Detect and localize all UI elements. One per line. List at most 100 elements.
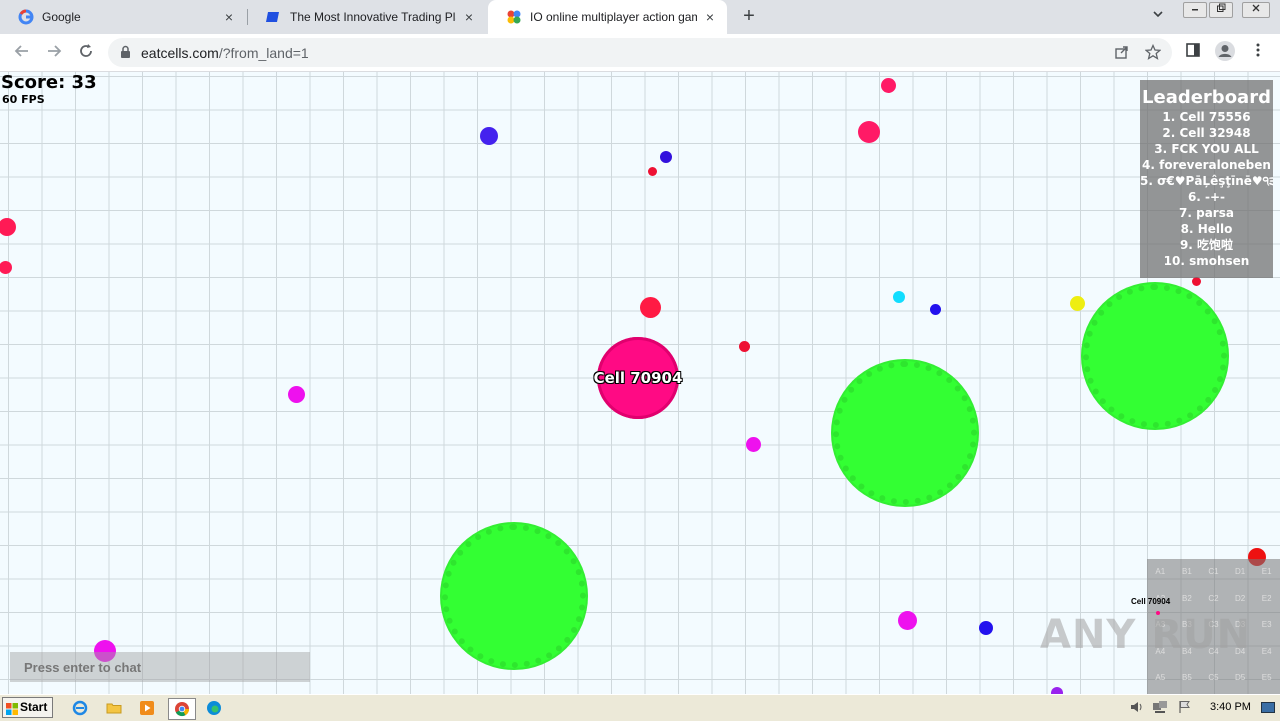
score-label: Score: 33: [1, 72, 97, 93]
food-pellet: [898, 611, 917, 630]
minimap-cell-label: E2: [1261, 593, 1272, 603]
food-pellet: [480, 127, 498, 145]
reload-icon[interactable]: [74, 41, 98, 65]
share-icon[interactable]: [1114, 44, 1130, 64]
leaderboard-entry: 5. σ€♥PāĻêşţīnē♥੧੩: [1140, 174, 1273, 188]
trading-platform-icon: [266, 9, 282, 25]
tab-search-chevron-icon[interactable]: [1152, 8, 1164, 23]
windows-logo-icon: [6, 702, 18, 715]
flag-icon[interactable]: [1178, 700, 1192, 719]
food-pellet: [893, 291, 905, 303]
green-virus: [833, 361, 977, 505]
tab-title: Google: [42, 10, 81, 24]
minimap-cell-label: E4: [1261, 646, 1272, 656]
food-pellet: [640, 297, 661, 318]
browser-tab-strip: Google × The Most Innovative Trading Pla…: [0, 0, 1280, 34]
bookmark-star-icon[interactable]: [1144, 43, 1162, 64]
profile-avatar-icon[interactable]: [1214, 40, 1236, 67]
food-pellet: [648, 167, 657, 176]
minimap-cell-label: E1: [1261, 567, 1272, 576]
food-pellet: [288, 386, 305, 403]
player-name-label: Cell 70904: [593, 369, 683, 387]
food-pellet: [660, 151, 672, 163]
media-player-icon[interactable]: [137, 698, 157, 718]
forward-arrow-icon[interactable]: [42, 41, 66, 65]
close-tab-icon[interactable]: ×: [462, 9, 476, 25]
green-virus: [442, 524, 586, 668]
close-tab-icon[interactable]: ×: [703, 9, 717, 25]
minimap-cell-label: A5: [1155, 673, 1166, 682]
google-g-icon: [18, 9, 34, 25]
game-canvas[interactable]: Cell 70904 Score: 33 60 FPS Leaderboard …: [0, 72, 1280, 694]
leaderboard-panel: Leaderboard 1. Cell 75556 2. Cell 32948 …: [1140, 80, 1273, 278]
food-pellet: [1192, 277, 1201, 286]
windows-taskbar: Start 3:40 PM: [0, 694, 1280, 721]
food-pellet: [1051, 687, 1063, 694]
volume-icon[interactable]: [1130, 700, 1144, 719]
clock: 3:40 PM: [1210, 701, 1251, 713]
minimap-cell-label: C1: [1208, 567, 1219, 576]
back-arrow-icon[interactable]: [10, 41, 34, 65]
url-text: eatcells.com/?from_land=1: [141, 45, 309, 61]
food-pellet: [858, 121, 880, 143]
edge-icon[interactable]: [204, 698, 224, 718]
minimize-window-button[interactable]: [1183, 2, 1207, 18]
url-host: eatcells.com: [141, 45, 219, 61]
leaderboard-entry: 2. Cell 32948: [1162, 126, 1251, 140]
minimap-cell-label: A1: [1155, 567, 1166, 576]
more-menu-icon[interactable]: [1252, 42, 1264, 63]
minimap-cell-label: D5: [1234, 673, 1246, 682]
leaderboard-entry: 7. parsa: [1179, 206, 1234, 220]
ie-icon[interactable]: [70, 698, 90, 718]
food-pellet: [1070, 296, 1085, 311]
tab-eatcells[interactable]: IO online multiplayer action game. Sh ×: [488, 0, 727, 34]
browser-toolbar: eatcells.com/?from_land=1: [0, 34, 1280, 72]
food-pellet: [746, 437, 761, 452]
food-pellet: [930, 304, 941, 315]
leaderboard-entry: 3. FCK YOU ALL: [1154, 142, 1259, 156]
leaderboard-title: Leaderboard: [1142, 87, 1271, 108]
lock-icon[interactable]: [120, 45, 131, 64]
tab-trading-platform[interactable]: The Most Innovative Trading Platform ×: [248, 0, 486, 34]
minimap-player-label: Cell 70904: [1131, 597, 1171, 606]
green-virus: [1083, 284, 1227, 428]
leaderboard-entry: 4. foreveraloneben: [1142, 158, 1271, 172]
minimap-cell-label: E3: [1261, 620, 1272, 629]
fps-label: 60 FPS: [2, 93, 45, 106]
minimap-cell-label: C5: [1208, 673, 1219, 682]
minimap-cell-label: B1: [1181, 567, 1192, 576]
minimap-cell-label: D1: [1234, 567, 1246, 576]
tab-title: The Most Innovative Trading Platform: [290, 10, 456, 24]
folder-icon[interactable]: [104, 698, 124, 718]
tab-google[interactable]: Google ×: [0, 0, 246, 34]
food-pellet: [979, 621, 993, 635]
close-tab-icon[interactable]: ×: [222, 9, 236, 25]
anyrun-watermark: ANY RUN: [1040, 612, 1252, 658]
start-button[interactable]: Start: [2, 697, 53, 718]
food-pellet: [0, 261, 12, 274]
new-tab-button[interactable]: +: [738, 5, 760, 27]
minimap-cell-label: E5: [1261, 673, 1272, 682]
minimap-cell-label: D2: [1234, 593, 1246, 603]
side-panel-icon[interactable]: [1185, 42, 1201, 63]
minimap-cell-label: B2: [1181, 593, 1192, 603]
close-window-button[interactable]: [1242, 2, 1270, 18]
show-desktop-icon[interactable]: [1261, 701, 1275, 719]
chrome-icon[interactable]: [168, 698, 196, 720]
leaderboard-entry: 6. -+-: [1187, 190, 1226, 204]
minimap-cell-label: B5: [1181, 673, 1192, 682]
start-label: Start: [20, 700, 48, 714]
tab-title: IO online multiplayer action game. Sh: [530, 10, 697, 24]
food-pellet: [0, 218, 16, 236]
leaderboard-entry: 8. Hello: [1180, 222, 1233, 236]
address-bar[interactable]: eatcells.com/?from_land=1: [108, 38, 1172, 67]
chat-input[interactable]: Press enter to chat: [10, 652, 310, 682]
leaderboard-entry: 1. Cell 75556: [1162, 110, 1251, 124]
restore-window-button[interactable]: [1209, 2, 1233, 18]
food-pellet: [881, 78, 896, 93]
url-path: /?from_land=1: [218, 45, 309, 61]
network-icon[interactable]: [1152, 700, 1168, 719]
food-pellet: [739, 341, 750, 352]
system-tray: 3:40 PM: [1124, 697, 1280, 719]
eatcells-icon: [506, 9, 522, 25]
